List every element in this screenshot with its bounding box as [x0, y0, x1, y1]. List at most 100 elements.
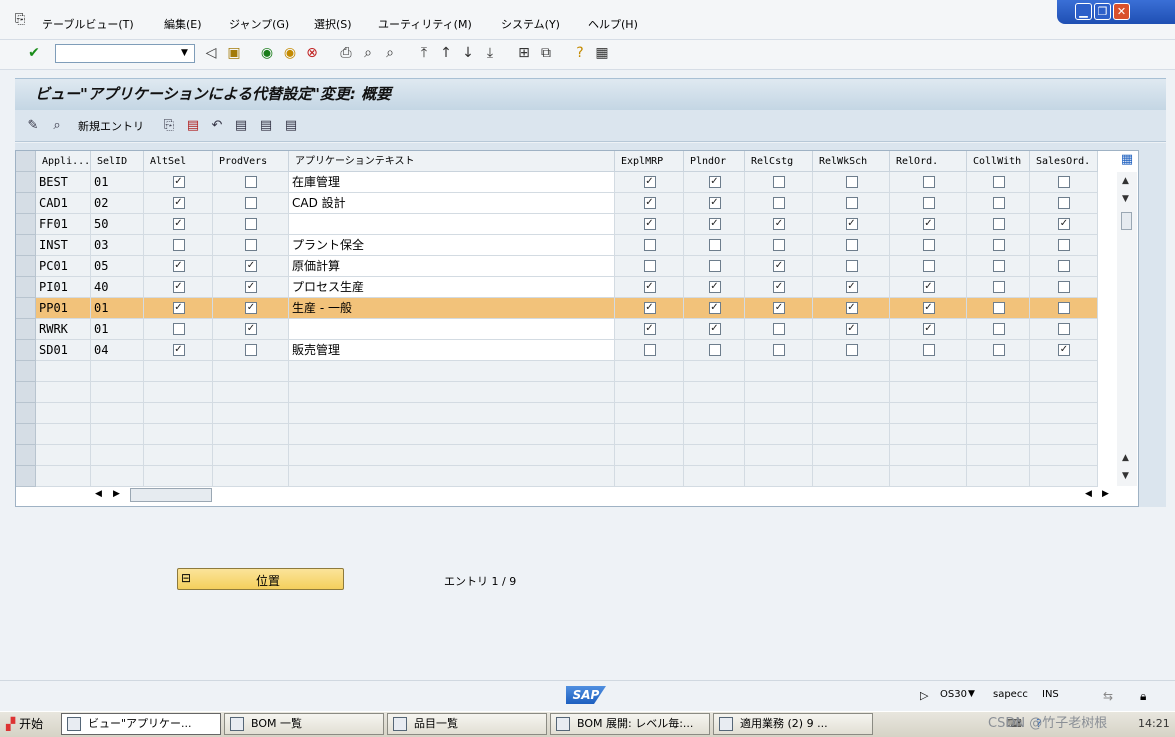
flag-checkbox[interactable]: ✓ — [708, 281, 721, 293]
scroll-left-icon[interactable]: ◀ — [1085, 489, 1092, 499]
taskbar-task[interactable]: 適用業務 (2) 9 ... — [713, 713, 873, 735]
menu-item-1[interactable]: 編集(E) — [164, 16, 202, 32]
find-icon[interactable]: ⌕ — [359, 44, 377, 62]
column-header[interactable]: CollWith — [967, 151, 1030, 172]
flag-checkbox[interactable] — [1058, 239, 1070, 251]
altsel-checkbox[interactable] — [172, 239, 185, 251]
flag-checkbox[interactable] — [643, 344, 656, 356]
flag-checkbox[interactable]: ✓ — [643, 176, 656, 188]
enter-check-icon[interactable]: ✔ — [25, 44, 43, 62]
flag-checkbox[interactable]: ✓ — [773, 260, 785, 272]
flag-checkbox[interactable] — [708, 260, 721, 272]
flag-checkbox[interactable] — [922, 197, 935, 209]
flag-checkbox[interactable]: ✓ — [845, 281, 858, 293]
altsel-checkbox[interactable]: ✓ — [172, 281, 185, 293]
help-icon[interactable]: ? — [571, 44, 589, 62]
flag-checkbox[interactable]: ✓ — [708, 218, 721, 230]
table-cell[interactable]: 原価計算 — [289, 256, 615, 277]
vertical-scrollbar[interactable]: ▲ ▼ ▲ ▼ — [1117, 172, 1137, 486]
table-settings-icon[interactable]: ▦ — [1118, 152, 1136, 170]
table-cell[interactable]: 在庫管理 — [289, 172, 615, 193]
flag-checkbox[interactable]: ✓ — [922, 218, 935, 230]
row-selector[interactable] — [16, 445, 36, 466]
chevron-down-icon[interactable]: ▼ — [968, 689, 975, 699]
altsel-checkbox[interactable]: ✓ — [172, 260, 185, 272]
start-button[interactable]: ▞ 开始 — [2, 713, 52, 735]
scroll-right-icon[interactable]: ▶ — [113, 489, 120, 499]
flag-checkbox[interactable]: ✓ — [922, 302, 935, 314]
row-selector[interactable] — [16, 319, 36, 340]
flag-checkbox[interactable] — [1058, 176, 1070, 188]
undo-change-icon[interactable]: ↶ — [208, 117, 226, 135]
flag-checkbox[interactable] — [708, 344, 721, 356]
find-next-icon[interactable]: ⌕ — [381, 44, 399, 62]
cancel-icon[interactable]: ⊗ — [303, 44, 321, 62]
flag-checkbox[interactable] — [992, 218, 1005, 230]
flag-checkbox[interactable] — [773, 344, 785, 356]
scroll-down-icon[interactable]: ▼ — [1122, 194, 1129, 204]
flag-checkbox[interactable] — [845, 197, 858, 209]
delete-icon[interactable]: ▤ — [184, 117, 202, 135]
scroll-thumb[interactable] — [1121, 212, 1132, 230]
new-entries-button[interactable]: 新規エントリ — [78, 118, 144, 134]
altsel-checkbox[interactable]: ✓ — [172, 344, 185, 356]
column-header[interactable]: ExplMRP — [615, 151, 684, 172]
altsel-checkbox[interactable]: ✓ — [172, 302, 185, 314]
row-selector[interactable] — [16, 424, 36, 445]
copy-as-icon[interactable]: ⎘ — [160, 117, 178, 135]
column-header[interactable]: PlndOr — [684, 151, 745, 172]
flag-checkbox[interactable] — [992, 302, 1005, 314]
scroll-up-icon[interactable]: ▲ — [1122, 176, 1129, 186]
row-selector[interactable] — [16, 235, 36, 256]
row-selector[interactable] — [16, 298, 36, 319]
flag-checkbox[interactable]: ✓ — [708, 197, 721, 209]
row-selector[interactable] — [16, 403, 36, 424]
column-header[interactable]: RelOrd. — [890, 151, 967, 172]
select-all-rows-button[interactable] — [16, 151, 36, 172]
row-selector[interactable] — [16, 256, 36, 277]
prodvers-checkbox[interactable] — [245, 218, 257, 230]
flag-checkbox[interactable] — [992, 281, 1005, 293]
row-selector[interactable] — [16, 361, 36, 382]
flag-checkbox[interactable]: ✓ — [708, 323, 721, 335]
prodvers-checkbox[interactable]: ✓ — [245, 323, 257, 335]
prodvers-checkbox[interactable] — [245, 197, 257, 209]
scroll-left-icon[interactable]: ◀ — [95, 489, 102, 499]
restore-icon[interactable]: ❐ — [1094, 3, 1111, 20]
flag-checkbox[interactable]: ✓ — [845, 323, 858, 335]
flag-checkbox[interactable]: ✓ — [643, 281, 656, 293]
flag-checkbox[interactable] — [1058, 197, 1070, 209]
flag-checkbox[interactable]: ✓ — [922, 323, 935, 335]
row-selector[interactable] — [16, 340, 36, 361]
table-cell[interactable] — [289, 214, 615, 235]
flag-checkbox[interactable]: ✓ — [773, 281, 785, 293]
row-selector[interactable] — [16, 382, 36, 403]
table-cell[interactable]: プラント保全 — [289, 235, 615, 256]
menu-exit-icon[interactable]: ⎘ — [15, 12, 25, 27]
flag-checkbox[interactable]: ✓ — [1058, 218, 1070, 230]
column-header[interactable]: SalesOrd. — [1030, 151, 1098, 172]
layout-menu-icon[interactable]: ▦ — [593, 44, 611, 62]
deselect-all-icon[interactable]: ▤ — [282, 117, 300, 135]
flag-checkbox[interactable] — [845, 344, 858, 356]
back-icon[interactable]: ◉ — [258, 44, 276, 62]
taskbar-task[interactable]: BOM 展開: レベル毎:... — [550, 713, 710, 735]
flag-checkbox[interactable]: ✓ — [773, 218, 785, 230]
next-page-icon[interactable]: ↓ — [459, 44, 477, 62]
flag-checkbox[interactable] — [992, 260, 1005, 272]
new-session-icon[interactable]: ⊞ — [515, 44, 533, 62]
flag-checkbox[interactable] — [922, 176, 935, 188]
flag-checkbox[interactable]: ✓ — [643, 197, 656, 209]
status-expand-icon[interactable]: ▷ — [920, 689, 928, 702]
flag-checkbox[interactable] — [643, 260, 656, 272]
scroll-up-icon[interactable]: ▲ — [1122, 453, 1129, 463]
flag-checkbox[interactable]: ✓ — [845, 218, 858, 230]
table-cell[interactable]: 販売管理 — [289, 340, 615, 361]
prodvers-checkbox[interactable] — [245, 239, 257, 251]
first-page-icon[interactable]: ⤒ — [415, 44, 433, 62]
flag-checkbox[interactable] — [992, 197, 1005, 209]
display-change-icon[interactable]: ✎ — [24, 117, 42, 135]
flag-checkbox[interactable] — [708, 239, 721, 251]
previous-page-icon[interactable]: ↑ — [437, 44, 455, 62]
flag-checkbox[interactable] — [643, 239, 656, 251]
